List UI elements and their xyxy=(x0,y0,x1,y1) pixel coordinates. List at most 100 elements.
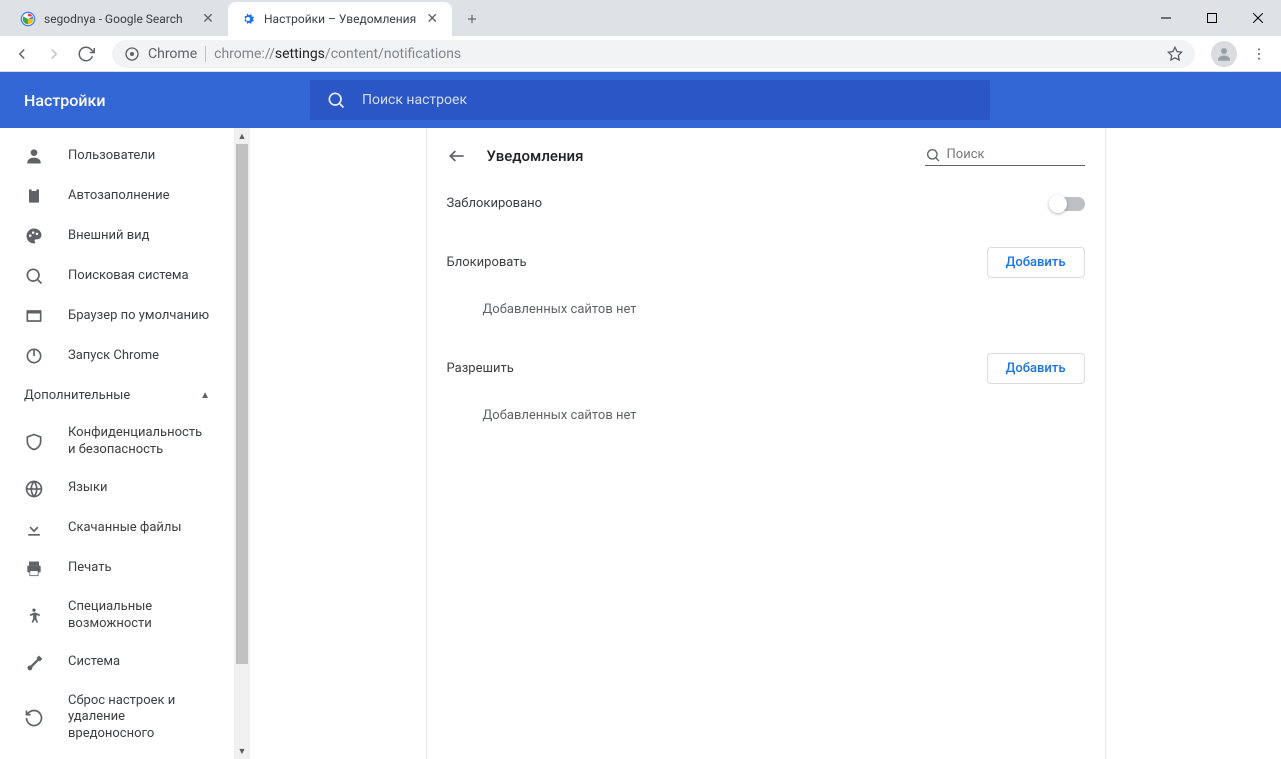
sidebar-item-label: Скачанные файлы xyxy=(68,520,182,537)
page-title: Уведомления xyxy=(487,147,905,165)
blocked-toggle[interactable] xyxy=(1051,197,1085,211)
settings-title: Настройки xyxy=(24,91,310,110)
allow-empty-text: Добавленных сайтов нет xyxy=(427,392,1105,443)
sidebar-item-default-browser[interactable]: Браузер по умолчанию xyxy=(0,296,234,336)
scrollbar-thumb[interactable] xyxy=(236,144,248,664)
card-search[interactable] xyxy=(925,147,1085,166)
sidebar-item-downloads[interactable]: Скачанные файлы xyxy=(0,509,234,549)
sidebar-item-reset[interactable]: Сброс настроек и удаление вредоносного xyxy=(0,683,234,754)
sidebar: Пользователи Автозаполнение Внешний вид … xyxy=(0,128,234,759)
tab-bar: segodnya - Google Search ✕ Настройки – У… xyxy=(0,0,1281,36)
new-tab-button[interactable] xyxy=(458,5,486,33)
accessibility-icon xyxy=(24,606,44,626)
tab-active[interactable]: Настройки – Уведомления ✕ xyxy=(228,2,452,36)
search-icon xyxy=(24,266,44,286)
sidebar-item-label: Конфиденциальность и безопасность xyxy=(68,425,210,459)
sidebar-item-label: Браузер по умолчанию xyxy=(68,308,209,325)
sidebar-item-languages[interactable]: Языки xyxy=(0,469,234,509)
sidebar-scrollbar[interactable]: ▲ ▼ xyxy=(234,128,250,759)
add-block-button[interactable]: Добавить xyxy=(987,247,1085,278)
chrome-icon xyxy=(124,46,140,62)
maximize-button[interactable] xyxy=(1189,0,1235,36)
scroll-up-arrow[interactable]: ▲ xyxy=(234,128,250,144)
google-favicon xyxy=(20,11,36,27)
profile-avatar[interactable] xyxy=(1211,41,1237,67)
close-icon[interactable]: ✕ xyxy=(200,11,216,27)
download-icon xyxy=(24,519,44,539)
bookmark-star-icon[interactable] xyxy=(1167,46,1183,62)
clipboard-icon xyxy=(24,186,44,206)
palette-icon xyxy=(24,226,44,246)
url-text: chrome://settings/content/notifications xyxy=(214,46,461,62)
sidebar-wrap: Пользователи Автозаполнение Внешний вид … xyxy=(0,128,250,759)
allow-section-title: Разрешить xyxy=(447,361,514,376)
tab-title: Настройки – Уведомления xyxy=(264,12,416,26)
search-icon xyxy=(326,90,346,110)
sidebar-item-startup[interactable]: Запуск Chrome xyxy=(0,336,234,376)
browser-icon xyxy=(24,306,44,326)
sidebar-item-label: Поисковая система xyxy=(68,268,189,285)
sidebar-item-label: Языки xyxy=(68,480,108,497)
blocked-toggle-row: Заблокировано xyxy=(427,176,1105,231)
menu-button[interactable] xyxy=(1245,40,1273,68)
settings-search-box[interactable] xyxy=(310,80,990,120)
sidebar-item-system[interactable]: Система xyxy=(0,643,234,683)
settings-gear-favicon xyxy=(240,11,256,27)
sidebar-advanced-toggle[interactable]: Дополнительные ▲ xyxy=(0,376,234,415)
sidebar-item-label: Запуск Chrome xyxy=(68,348,159,365)
content-area: Пользователи Автозаполнение Внешний вид … xyxy=(0,128,1281,759)
sidebar-item-label: Сброс настроек и удаление вредоносного xyxy=(68,693,210,744)
shield-icon xyxy=(24,432,44,452)
blocked-label: Заблокировано xyxy=(447,196,543,211)
sidebar-item-print[interactable]: Печать xyxy=(0,549,234,589)
power-icon xyxy=(24,346,44,366)
tab-title: segodnya - Google Search xyxy=(44,12,192,26)
tab-inactive[interactable]: segodnya - Google Search ✕ xyxy=(8,2,228,36)
sidebar-item-autofill[interactable]: Автозаполнение xyxy=(0,176,234,216)
reload-button[interactable] xyxy=(72,40,100,68)
sidebar-item-label: Печать xyxy=(68,560,112,577)
scroll-down-arrow[interactable]: ▼ xyxy=(234,743,250,759)
sidebar-item-accessibility[interactable]: Специальные возможности xyxy=(0,589,234,643)
chrome-label: Chrome xyxy=(148,46,197,62)
back-arrow-button[interactable] xyxy=(447,146,467,166)
settings-header: Настройки xyxy=(0,72,1281,128)
globe-icon xyxy=(24,479,44,499)
chevron-up-icon: ▲ xyxy=(200,390,210,401)
close-icon[interactable]: ✕ xyxy=(424,11,440,27)
back-button[interactable] xyxy=(8,40,36,68)
window-controls xyxy=(1143,0,1281,36)
settings-search-input[interactable] xyxy=(362,92,974,108)
main-panel: Уведомления Заблокировано Блокировать До… xyxy=(250,128,1281,759)
sidebar-item-appearance[interactable]: Внешний вид xyxy=(0,216,234,256)
add-allow-button[interactable]: Добавить xyxy=(987,353,1085,384)
restore-icon xyxy=(24,708,44,728)
card-search-input[interactable] xyxy=(947,147,1085,162)
minimize-button[interactable] xyxy=(1143,0,1189,36)
wrench-icon xyxy=(24,653,44,673)
block-section-header: Блокировать Добавить xyxy=(427,231,1105,286)
close-window-button[interactable] xyxy=(1235,0,1281,36)
person-icon xyxy=(24,146,44,166)
forward-button[interactable] xyxy=(40,40,68,68)
sidebar-item-label: Пользователи xyxy=(68,148,155,165)
print-icon xyxy=(24,559,44,579)
search-icon xyxy=(925,147,941,163)
sidebar-item-label: Внешний вид xyxy=(68,228,150,245)
sidebar-section-label: Дополнительные xyxy=(24,388,130,403)
sidebar-item-label: Автозаполнение xyxy=(68,188,170,205)
block-empty-text: Добавленных сайтов нет xyxy=(427,286,1105,337)
toggle-knob xyxy=(1049,195,1067,213)
sidebar-item-users[interactable]: Пользователи xyxy=(0,136,234,176)
card-header: Уведомления xyxy=(427,128,1105,176)
browser-toolbar: Chrome chrome://settings/content/notific… xyxy=(0,36,1281,72)
allow-section-header: Разрешить Добавить xyxy=(427,337,1105,392)
settings-card: Уведомления Заблокировано Блокировать До… xyxy=(426,128,1106,759)
sidebar-item-search-engine[interactable]: Поисковая система xyxy=(0,256,234,296)
sidebar-item-privacy[interactable]: Конфиденциальность и безопасность xyxy=(0,415,234,469)
sidebar-item-label: Специальные возможности xyxy=(68,599,210,633)
address-bar[interactable]: Chrome chrome://settings/content/notific… xyxy=(112,40,1195,68)
sidebar-item-label: Система xyxy=(68,654,120,671)
omnibox-divider xyxy=(205,46,206,62)
block-section-title: Блокировать xyxy=(447,255,527,270)
